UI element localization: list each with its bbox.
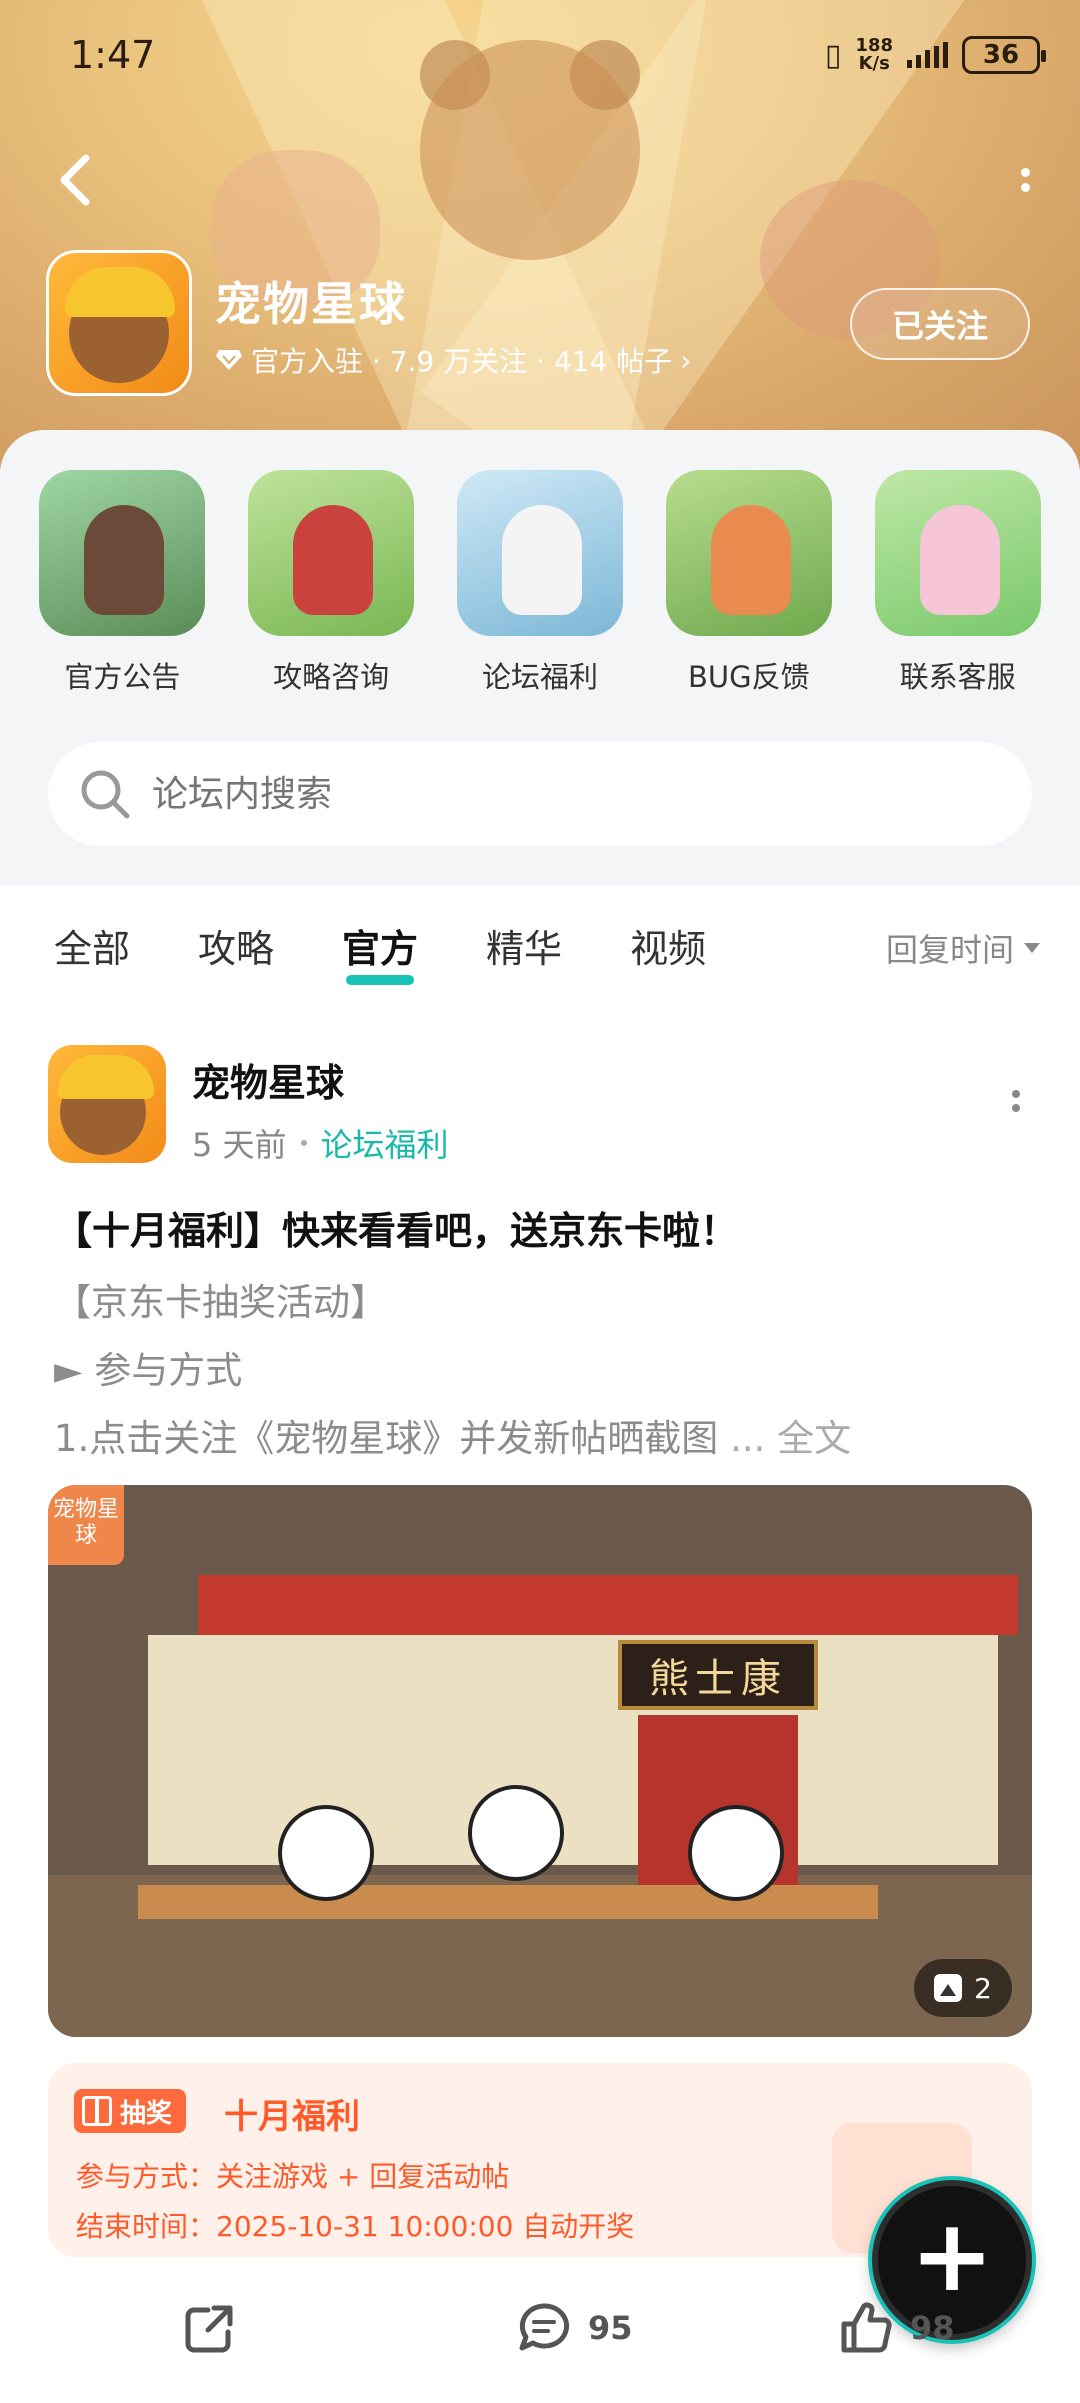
- post-info: 5 天前 论坛福利: [192, 1120, 449, 1166]
- chevron-right-icon: ›: [680, 343, 692, 377]
- shortcut-row: 官方公告 攻略咨询 论坛福利 BUG反馈 联系客服: [0, 470, 1080, 696]
- signal-icon: [907, 42, 948, 68]
- comment-icon: [519, 2303, 570, 2351]
- status-bar: 1:47 ▯ 188 K/s 36: [70, 30, 1046, 80]
- post-more-button[interactable]: [1012, 1090, 1020, 1112]
- forum-logo[interactable]: [46, 250, 192, 396]
- separator-dot: [300, 1140, 307, 1146]
- shortcut-guide[interactable]: 攻略咨询: [241, 470, 421, 696]
- post-actions: 95 98: [0, 2290, 1080, 2380]
- lottery-tag: 抽奖: [74, 2089, 187, 2133]
- forum-title: 宠物星球: [215, 277, 407, 331]
- tab-official[interactable]: 官方: [342, 918, 418, 985]
- search-icon: [81, 770, 130, 819]
- vibrate-icon: ▯: [824, 37, 842, 73]
- bug-report-image: [665, 470, 832, 636]
- sort-label: 回复时间: [885, 931, 1014, 969]
- announcement-image: [39, 470, 206, 636]
- share-icon: [185, 2305, 233, 2353]
- diamond-icon: [216, 350, 242, 370]
- like-count: 98: [910, 2309, 955, 2347]
- post-title[interactable]: 【十月福利】快来看看吧，送京东卡啦！: [54, 1200, 738, 1255]
- lottery-title: 十月福利: [224, 2097, 360, 2137]
- forum-meta-text: 官方入驻 · 7.9 万关注 · 414 帖子: [251, 345, 673, 378]
- shortcut-benefits[interactable]: 论坛福利: [450, 470, 630, 696]
- more-dots-icon: [1012, 1090, 1020, 1098]
- comment-button[interactable]: 95: [514, 2298, 633, 2358]
- thumbs-up-icon: [841, 2302, 892, 2353]
- full-text-link[interactable]: 全文: [777, 1417, 851, 1460]
- post-excerpt-line3: 1.点击关注《宠物星球》并发新帖晒截图 ... 全文: [54, 1417, 852, 1460]
- tab-video[interactable]: 视频: [630, 918, 706, 973]
- caret-down-icon: [1024, 943, 1040, 953]
- post-author-name[interactable]: 宠物星球: [192, 1052, 344, 1107]
- post-board-link[interactable]: 论坛福利: [321, 1120, 449, 1166]
- like-button[interactable]: 98: [836, 2298, 955, 2358]
- shop-sign: 熊士康: [618, 1640, 818, 1710]
- benefits-image: [456, 470, 623, 636]
- gift-icon: [82, 2096, 112, 2126]
- back-button[interactable]: [50, 150, 110, 210]
- forum-meta[interactable]: 官方入驻 · 7.9 万关注 · 414 帖子 ›: [215, 340, 691, 380]
- gallery-icon: [934, 1974, 963, 2002]
- forum-search-bar[interactable]: [48, 742, 1032, 846]
- game-watermark-badge: 宠物星球: [48, 1485, 124, 1565]
- tab-all[interactable]: 全部: [54, 918, 130, 973]
- post-image[interactable]: 熊士康 宠物星球 2: [48, 1485, 1032, 2037]
- status-time: 1:47: [70, 33, 156, 77]
- guide-image: [248, 470, 415, 636]
- post-author-avatar[interactable]: [48, 1045, 166, 1163]
- share-button[interactable]: [180, 2298, 240, 2358]
- follow-button[interactable]: 已关注: [850, 288, 1030, 360]
- post-excerpt-line1: 【京东卡抽奖活动】: [54, 1281, 387, 1324]
- post-excerpt-line2: ► 参与方式: [54, 1349, 243, 1392]
- shortcut-customer-service[interactable]: 联系客服: [868, 470, 1048, 696]
- customer-service-image: [874, 470, 1041, 636]
- lottery-method: 参与方式：关注游戏 + 回复活动帖: [76, 2160, 510, 2193]
- more-menu-button[interactable]: [1010, 150, 1040, 210]
- tab-featured[interactable]: 精华: [486, 918, 562, 973]
- post-time: 5 天前: [192, 1126, 287, 1164]
- battery-icon: 36: [962, 36, 1046, 74]
- shortcut-bug-report[interactable]: BUG反馈: [659, 470, 839, 696]
- network-speed: 188 K/s: [855, 35, 893, 74]
- comment-count: 95: [588, 2309, 633, 2347]
- image-count-badge: 2: [914, 1959, 1012, 2017]
- tab-guides[interactable]: 攻略: [198, 918, 274, 973]
- sort-dropdown[interactable]: 回复时间: [886, 925, 1040, 971]
- lottery-end-time: 结束时间：2025-10-31 10:00:00 自动开奖: [76, 2210, 635, 2243]
- back-arrow-icon: [60, 154, 90, 206]
- more-dots-icon: [1020, 168, 1030, 177]
- shortcut-announcement[interactable]: 官方公告: [32, 470, 212, 696]
- search-input[interactable]: [152, 773, 952, 815]
